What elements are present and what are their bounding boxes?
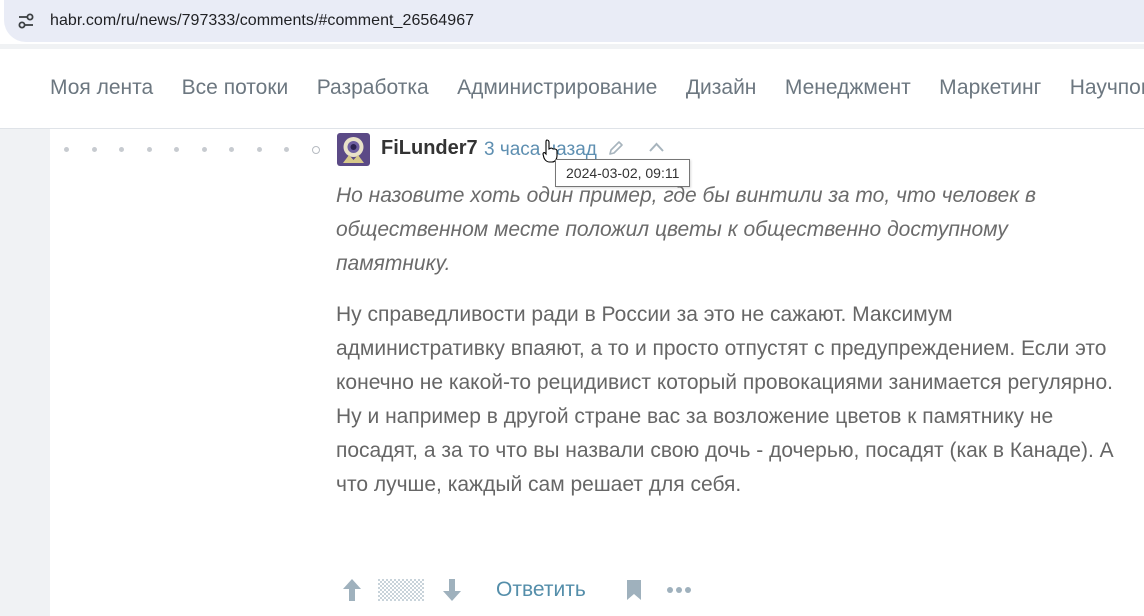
nav-item-development[interactable]: Разработка — [317, 76, 429, 100]
thread-dot — [201, 147, 207, 152]
comment-card: FiLunder7 3 часа назад 2024-03-02, 09:11… — [50, 129, 1144, 616]
comment-author[interactable]: FiLunder7 — [381, 137, 478, 160]
nav-item-all-flows[interactable]: Все потоки — [182, 76, 289, 100]
thread-depth-indicator — [64, 143, 320, 154]
bookmark-icon[interactable] — [626, 579, 642, 601]
chevron-up-icon[interactable] — [648, 141, 665, 153]
site-settings-icon[interactable] — [16, 11, 36, 31]
thread-dot — [174, 147, 179, 152]
thread-dot-current — [311, 145, 320, 154]
more-dots-icon[interactable] — [666, 585, 692, 595]
arrow-up-icon[interactable] — [340, 577, 364, 603]
thread-dot — [64, 147, 69, 152]
pencil-icon[interactable] — [607, 139, 625, 157]
nav-item-marketing[interactable]: Маркетинг — [939, 76, 1041, 100]
nav-item-popsci[interactable]: Научпоп — [1070, 76, 1144, 100]
flows-nav: Моя лента Все потоки Разработка Админист… — [0, 49, 1144, 129]
nav-item-management[interactable]: Менеджмент — [785, 76, 911, 100]
thread-dot — [229, 147, 234, 152]
comment-body: Ну справедливости ради в России за это н… — [336, 303, 1114, 496]
reply-button[interactable]: Ответить — [496, 578, 586, 602]
nav-item-administration[interactable]: Администрирование — [457, 76, 657, 100]
url-field[interactable]: habr.com/ru/news/797333/comments/#commen… — [4, 0, 1144, 42]
avatar[interactable] — [337, 133, 370, 166]
thread-dot — [256, 147, 262, 152]
comment-time-link[interactable]: 3 часа назад — [484, 139, 597, 161]
arrow-down-icon[interactable] — [440, 577, 464, 603]
comment-quote: Но назовите хоть один пример, где бы вин… — [336, 184, 1036, 275]
thread-dot — [119, 147, 124, 152]
nav-item-design[interactable]: Дизайн — [686, 76, 757, 100]
thread-dot — [284, 147, 289, 152]
nav-item-my-feed[interactable]: Моя лента — [50, 76, 153, 100]
url-text[interactable]: habr.com/ru/news/797333/comments/#commen… — [50, 12, 474, 30]
thread-dot — [91, 147, 97, 152]
nav-items: Моя лента Все потоки Разработка Админист… — [50, 76, 1144, 100]
thread-dot — [146, 147, 152, 152]
browser-address-bar: habr.com/ru/news/797333/comments/#commen… — [0, 0, 1144, 44]
score-placeholder-icon — [378, 579, 424, 601]
